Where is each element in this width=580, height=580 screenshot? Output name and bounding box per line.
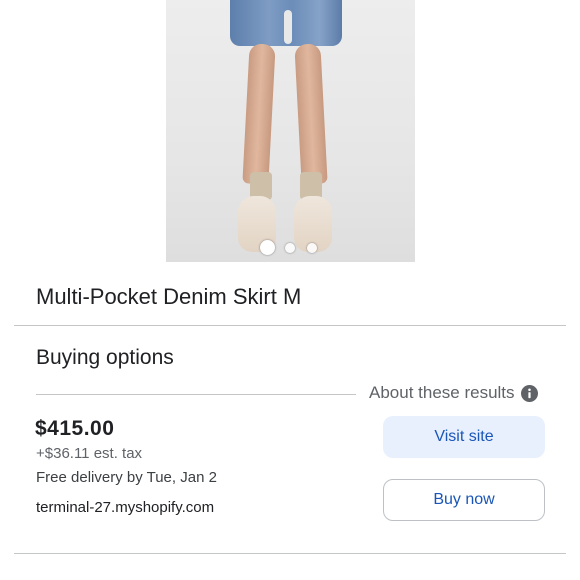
product-title: Multi-Pocket Denim Skirt M: [36, 284, 302, 309]
store-name[interactable]: terminal-27.myshopify.com: [36, 499, 214, 516]
divider: [14, 553, 566, 554]
buy-now-button[interactable]: Buy now: [383, 479, 545, 521]
delivery-info: Free delivery by Tue, Jan 2: [36, 469, 217, 486]
product-image[interactable]: [166, 0, 415, 262]
product-image-gallery[interactable]: [0, 0, 580, 270]
offer-tax: +$36.11 est. tax: [36, 445, 143, 462]
divider: [36, 394, 356, 395]
left-leg-graphic: [242, 43, 276, 185]
buying-options-heading: Buying options: [36, 346, 174, 369]
about-these-results-label: About these results: [369, 383, 515, 402]
carousel-dot[interactable]: [285, 243, 295, 253]
divider: [14, 325, 566, 326]
carousel-indicators: [0, 240, 580, 258]
offer-price: $415.00: [35, 417, 115, 440]
skirt-slit-graphic: [284, 10, 292, 44]
about-these-results-link[interactable]: About these results: [369, 383, 538, 403]
visit-site-button[interactable]: Visit site: [383, 416, 545, 458]
carousel-dot-active[interactable]: [260, 240, 275, 255]
info-icon[interactable]: [520, 384, 538, 402]
carousel-dot[interactable]: [307, 243, 317, 253]
right-leg-graphic: [294, 43, 328, 185]
